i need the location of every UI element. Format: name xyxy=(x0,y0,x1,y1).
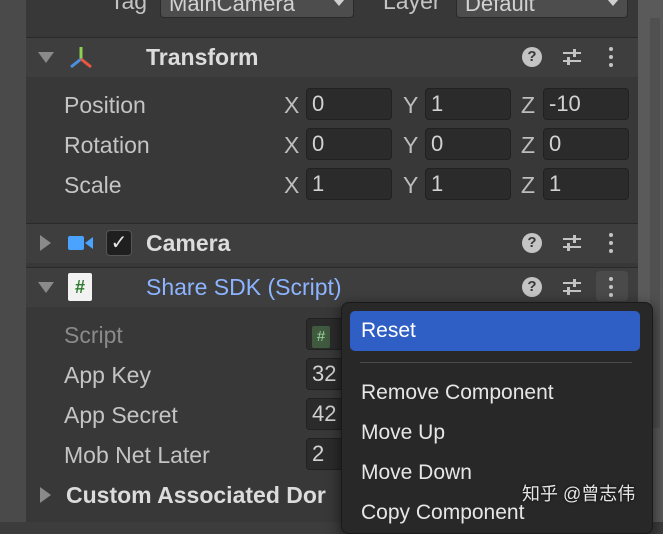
script-file-icon: # xyxy=(68,273,92,301)
chevron-down-icon xyxy=(333,0,345,6)
app-key-field[interactable]: 32 xyxy=(306,358,346,390)
layer-value: Default xyxy=(465,0,535,16)
axis-x-label: X xyxy=(284,92,300,118)
menu-item-move-up[interactable]: Move Up xyxy=(350,413,640,453)
custom-associated-foldout[interactable]: Custom Associated Dor xyxy=(66,482,338,509)
transform-axes-icon xyxy=(70,47,92,69)
app-key-label: App Key xyxy=(64,362,151,388)
tag-label: Tag xyxy=(110,0,148,14)
rotation-z-field[interactable]: 0 xyxy=(543,128,629,160)
rotation-x-field[interactable]: 0 xyxy=(306,128,392,160)
more-vertical-icon[interactable] xyxy=(609,233,613,257)
tag-value: MainCamera xyxy=(169,0,295,16)
scale-x-field[interactable]: 1 xyxy=(306,168,392,200)
help-icon[interactable]: ? xyxy=(522,47,542,67)
app-secret-label: App Secret xyxy=(64,402,178,428)
scale-y-field[interactable]: 1 xyxy=(425,168,511,200)
axis-x-label: X xyxy=(284,132,300,158)
script-label: Script xyxy=(64,322,123,348)
foldout-collapsed-icon[interactable] xyxy=(40,235,51,251)
script-object-field[interactable]: # xyxy=(306,318,346,350)
axis-y-label: Y xyxy=(403,92,419,118)
position-label: Position xyxy=(64,92,146,118)
transform-title: Transform xyxy=(146,44,259,70)
position-z-field[interactable]: -10 xyxy=(543,88,629,120)
foldout-expanded-icon[interactable] xyxy=(38,52,54,63)
position-y-field[interactable]: 1 xyxy=(425,88,511,120)
rotation-label: Rotation xyxy=(64,132,150,158)
axis-x-label: X xyxy=(284,172,300,198)
layer-label: Layer xyxy=(383,0,441,14)
camera-icon xyxy=(68,236,93,250)
more-vertical-icon[interactable] xyxy=(609,277,613,301)
camera-enabled-checkbox[interactable]: ✓ xyxy=(106,230,132,256)
axis-z-label: Z xyxy=(521,172,536,198)
axis-z-label: Z xyxy=(521,92,536,118)
menu-item-reset[interactable]: Reset xyxy=(350,311,640,351)
position-x-field[interactable]: 0 xyxy=(306,88,392,120)
axis-z-label: Z xyxy=(521,132,536,158)
preset-sliders-icon[interactable] xyxy=(561,276,583,298)
left-panel-edge xyxy=(0,0,26,522)
chevron-down-icon xyxy=(607,0,619,6)
transform-header[interactable] xyxy=(26,37,638,77)
mob-net-later-field[interactable]: 2 xyxy=(306,438,346,470)
watermark-text: 知乎 @曾志伟 xyxy=(522,484,636,504)
preset-sliders-icon[interactable] xyxy=(561,46,583,68)
help-icon[interactable]: ? xyxy=(522,233,542,253)
scale-z-field[interactable]: 1 xyxy=(543,168,629,200)
foldout-collapsed-icon[interactable] xyxy=(40,487,51,503)
script-component-title: Share SDK (Script) xyxy=(146,274,342,300)
axis-y-label: Y xyxy=(403,172,419,198)
app-secret-field[interactable]: 42 xyxy=(306,398,346,430)
rotation-y-field[interactable]: 0 xyxy=(425,128,511,160)
menu-separator xyxy=(360,362,632,363)
menu-item-remove-component[interactable]: Remove Component xyxy=(350,373,640,413)
foldout-expanded-icon[interactable] xyxy=(38,282,54,293)
camera-title: Camera xyxy=(146,230,231,256)
script-file-icon: # xyxy=(312,326,330,348)
help-icon[interactable]: ? xyxy=(522,277,542,297)
scale-label: Scale xyxy=(64,172,122,198)
tag-dropdown[interactable]: MainCamera xyxy=(160,0,354,18)
mob-net-later-label: Mob Net Later xyxy=(64,442,210,468)
layer-dropdown[interactable]: Default xyxy=(456,0,628,18)
more-vertical-icon[interactable] xyxy=(609,47,613,71)
axis-y-label: Y xyxy=(403,132,419,158)
preset-sliders-icon[interactable] xyxy=(561,232,583,254)
